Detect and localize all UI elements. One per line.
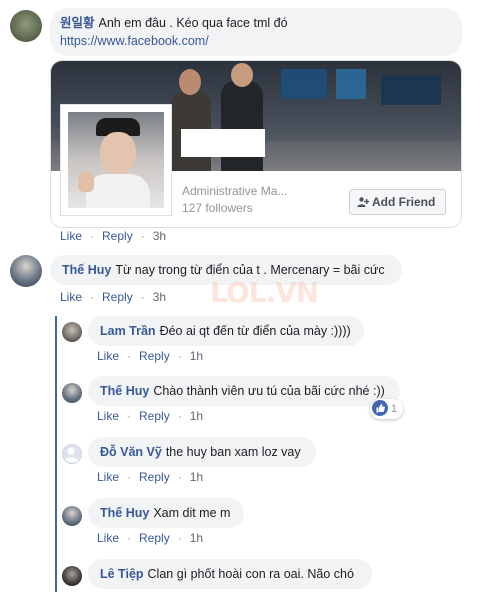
reply-actions: Like · Reply · 1h xyxy=(97,470,204,484)
like-link[interactable]: Like xyxy=(97,409,119,423)
reply-bubble: Thế Huy Xam dit me m xyxy=(88,498,244,528)
reply-bubble: Lam Trần Đéo ai qt đến từ điển của mày :)… xyxy=(88,316,364,346)
avatar[interactable] xyxy=(10,255,42,287)
timestamp[interactable]: 1h xyxy=(190,409,203,423)
comment-text: Anh em đâu . Kéo qua face tml đó xyxy=(98,16,288,30)
reaction-number: 1 xyxy=(391,403,398,415)
reply-text: Xam dit me m xyxy=(153,506,231,520)
link-preview-card[interactable]: Administrative Ma... 127 followers Add F… xyxy=(50,60,462,228)
watermark-logo: LOL.VN xyxy=(210,276,319,309)
avatar[interactable] xyxy=(62,322,82,342)
like-link[interactable]: Like xyxy=(97,349,119,363)
reply-actions: Like · Reply · 1h xyxy=(97,349,204,363)
like-link[interactable]: Like xyxy=(60,229,82,243)
reply-author[interactable]: Lê Tiệp xyxy=(100,567,144,581)
reply-author[interactable]: Thế Huy xyxy=(100,384,149,398)
comment-text: Từ nay trong từ điển của t . Mercenary =… xyxy=(115,263,385,277)
reply-actions: Like · Reply · 1h xyxy=(97,409,204,423)
reply-bubble: Thế Huy Chào thành viên ưu tú của bãi cức… xyxy=(88,376,400,406)
avatar[interactable] xyxy=(62,444,82,464)
timestamp[interactable]: 3h xyxy=(153,290,166,304)
avatar[interactable] xyxy=(62,506,82,526)
default-avatar-icon xyxy=(63,447,79,463)
reply-text: the huy ban xam loz vay xyxy=(165,445,301,459)
comment-bubble: 원일황 Anh em đâu . Kéo qua face tml đó http… xyxy=(50,8,462,56)
reply-bubble: Lê Tiệp Clan gì phốt hoài con ra oai. Não… xyxy=(88,559,372,589)
thumbs-up-icon xyxy=(372,400,388,417)
timestamp[interactable]: 1h xyxy=(190,349,203,363)
reply-thread-line xyxy=(55,316,57,592)
like-link[interactable]: Like xyxy=(97,470,119,484)
reply-text: Đéo ai qt đến từ điển của mày :)))) xyxy=(159,324,351,338)
reply-text: Clan gì phốt hoài con ra oai. Não chó xyxy=(147,567,354,581)
comment-actions: Like · Reply · 3h xyxy=(60,290,167,304)
comment-link[interactable]: https://www.facebook.com/ xyxy=(60,34,209,48)
avatar[interactable] xyxy=(62,383,82,403)
reply-link[interactable]: Reply xyxy=(139,349,170,363)
reply-bubble: Đỗ Văn Vỹ the huy ban xam loz vay xyxy=(88,437,316,467)
reply-author[interactable]: Lam Trần xyxy=(100,324,156,338)
reply-link[interactable]: Reply xyxy=(102,229,133,243)
comment-author[interactable]: Thế Huy xyxy=(62,263,111,277)
page-profile-picture[interactable] xyxy=(61,105,171,215)
reply-link[interactable]: Reply xyxy=(139,470,170,484)
avatar[interactable] xyxy=(62,566,82,586)
comment-actions: Like · Reply · 3h xyxy=(60,229,167,243)
reply-text: Chào thành viên ưu tú của bãi cức nhé :)… xyxy=(153,384,385,398)
add-friend-button[interactable]: Add Friend xyxy=(349,189,446,215)
reply-actions: Like · Reply · 1h xyxy=(97,531,204,545)
like-link[interactable]: Like xyxy=(97,531,119,545)
followers-count: 127 followers xyxy=(182,201,253,215)
add-friend-label: Add Friend xyxy=(372,195,436,209)
reaction-count[interactable]: 1 xyxy=(370,399,404,419)
add-friend-icon xyxy=(357,197,369,207)
reply-author[interactable]: Đỗ Văn Vỹ xyxy=(100,445,162,459)
timestamp[interactable]: 3h xyxy=(153,229,166,243)
timestamp[interactable]: 1h xyxy=(190,531,203,545)
reply-author[interactable]: Thế Huy xyxy=(100,506,149,520)
timestamp[interactable]: 1h xyxy=(190,470,203,484)
like-link[interactable]: Like xyxy=(60,290,82,304)
reply-link[interactable]: Reply xyxy=(139,531,170,545)
page-name[interactable]: Administrative Ma... xyxy=(182,184,287,198)
reply-link[interactable]: Reply xyxy=(102,290,133,304)
avatar[interactable] xyxy=(10,10,42,42)
comment-author[interactable]: 원일황 xyxy=(60,16,95,30)
reply-link[interactable]: Reply xyxy=(139,409,170,423)
